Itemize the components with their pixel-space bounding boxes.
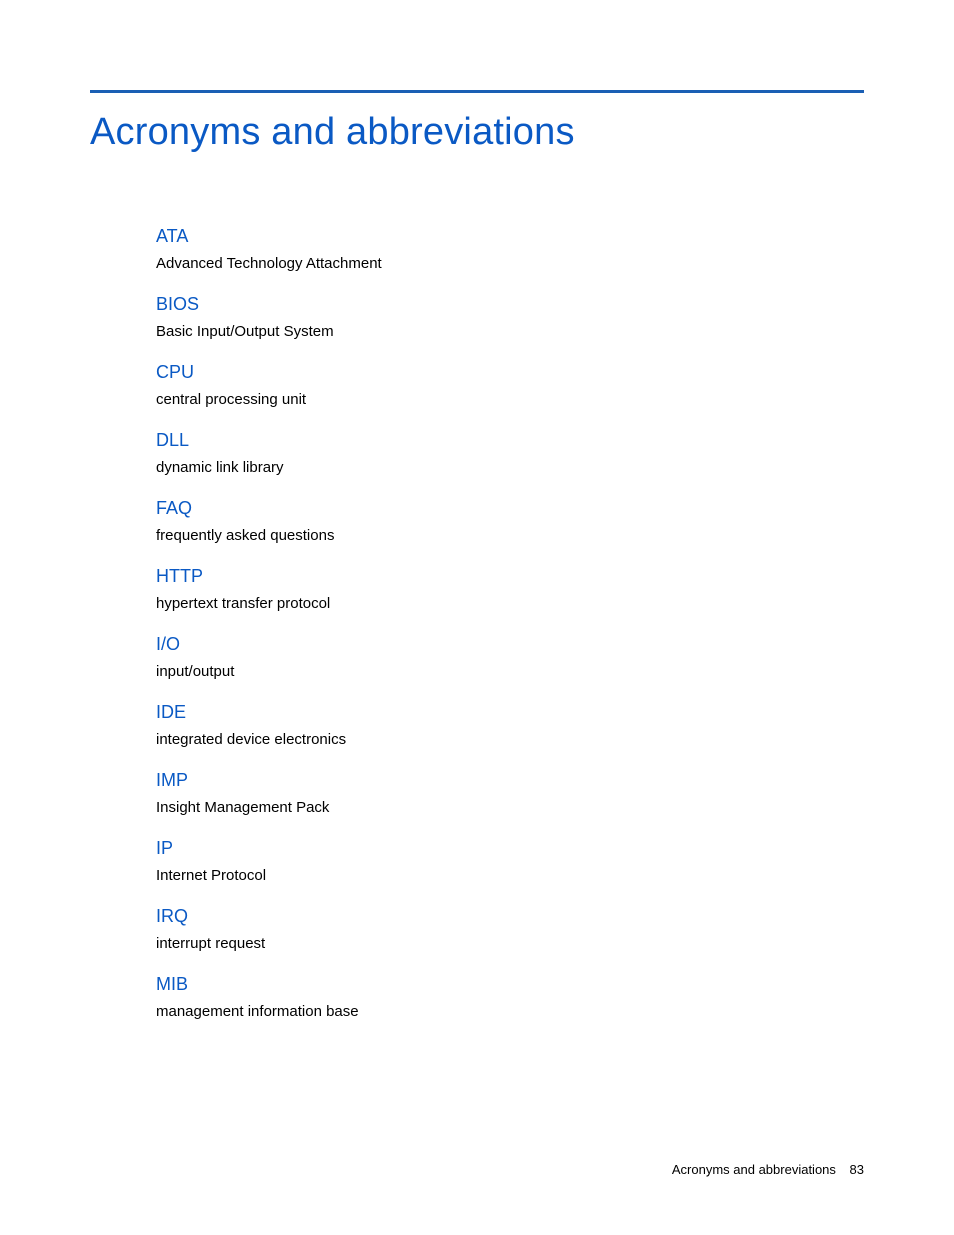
glossary-term: IP: [156, 838, 864, 859]
glossary-definition: Internet Protocol: [156, 867, 864, 884]
glossary-term: BIOS: [156, 294, 864, 315]
glossary-entry: HTTP hypertext transfer protocol: [156, 566, 864, 612]
glossary-term: I/O: [156, 634, 864, 655]
page-footer: Acronyms and abbreviations 83: [672, 1162, 864, 1177]
glossary-definition: dynamic link library: [156, 459, 864, 476]
glossary-definition: Advanced Technology Attachment: [156, 255, 864, 272]
glossary-entry: MIB management information base: [156, 974, 864, 1020]
glossary-term: CPU: [156, 362, 864, 383]
page-number: 83: [850, 1162, 864, 1177]
glossary-term: IDE: [156, 702, 864, 723]
footer-section-title: Acronyms and abbreviations: [672, 1162, 836, 1177]
glossary-term: FAQ: [156, 498, 864, 519]
glossary-entry: I/O input/output: [156, 634, 864, 680]
glossary-definition: frequently asked questions: [156, 527, 864, 544]
glossary-term: ATA: [156, 226, 864, 247]
glossary-definition: central processing unit: [156, 391, 864, 408]
document-page: Acronyms and abbreviations ATA Advanced …: [0, 0, 954, 1235]
glossary-entry: IRQ interrupt request: [156, 906, 864, 952]
glossary-definition: interrupt request: [156, 935, 864, 952]
glossary-term: IRQ: [156, 906, 864, 927]
glossary-entries: ATA Advanced Technology Attachment BIOS …: [156, 226, 864, 1020]
glossary-entry: IP Internet Protocol: [156, 838, 864, 884]
header-rule: [90, 90, 864, 93]
page-title: Acronyms and abbreviations: [90, 111, 864, 154]
glossary-definition: Insight Management Pack: [156, 799, 864, 816]
glossary-entry: ATA Advanced Technology Attachment: [156, 226, 864, 272]
glossary-entry: IDE integrated device electronics: [156, 702, 864, 748]
glossary-definition: Basic Input/Output System: [156, 323, 864, 340]
glossary-definition: input/output: [156, 663, 864, 680]
glossary-term: DLL: [156, 430, 864, 451]
glossary-entry: BIOS Basic Input/Output System: [156, 294, 864, 340]
glossary-term: HTTP: [156, 566, 864, 587]
glossary-entry: DLL dynamic link library: [156, 430, 864, 476]
glossary-entry: IMP Insight Management Pack: [156, 770, 864, 816]
glossary-definition: hypertext transfer protocol: [156, 595, 864, 612]
glossary-definition: integrated device electronics: [156, 731, 864, 748]
glossary-definition: management information base: [156, 1003, 864, 1020]
glossary-term: IMP: [156, 770, 864, 791]
glossary-term: MIB: [156, 974, 864, 995]
glossary-entry: CPU central processing unit: [156, 362, 864, 408]
glossary-entry: FAQ frequently asked questions: [156, 498, 864, 544]
